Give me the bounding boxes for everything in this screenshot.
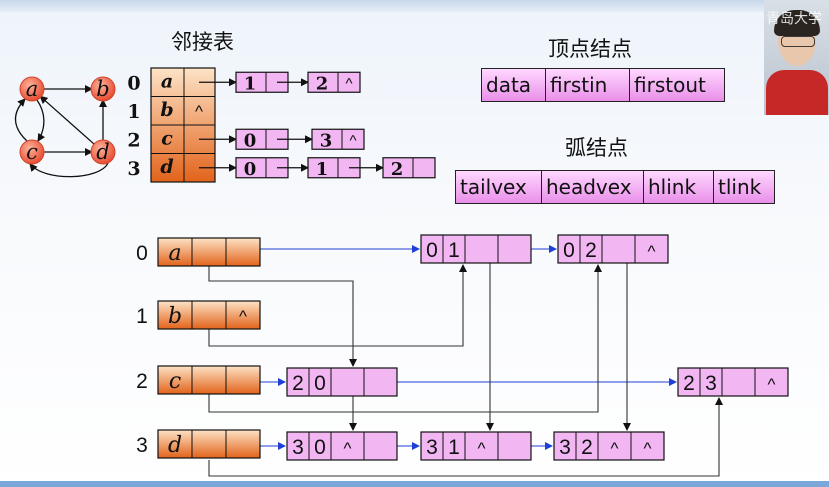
ortho-arc-field: ^ <box>768 375 776 394</box>
adjacency-index-2: 2 <box>127 129 140 151</box>
ortho-arc-field: 1 <box>448 436 460 459</box>
adjacency-null-pointer: ^ <box>345 75 352 92</box>
graph-node-label-c: c <box>26 140 38 164</box>
ortho-arc-field: 3 <box>426 436 438 459</box>
adjacency-node-value: 0 <box>244 159 257 180</box>
ortho-arc-field: 2 <box>581 436 593 459</box>
graph-node-label-d: d <box>96 140 109 164</box>
graph-node-label-b: b <box>96 77 109 101</box>
ortho-arc-field: ^ <box>648 242 656 261</box>
ortho-arc-field: ^ <box>478 439 486 458</box>
ortho-arc-field: ^ <box>611 439 619 458</box>
adjacency-node-value: 1 <box>316 159 329 180</box>
ortho-arc-field: 3 <box>559 436 571 459</box>
ortho-vertex-label-b: b <box>168 304 182 329</box>
ortho-index-1: 1 <box>136 305 148 328</box>
ortho-arc-field: 0 <box>426 239 438 262</box>
edge-d-c <box>29 162 109 178</box>
ortho-vertex-label-a: a <box>168 241 181 266</box>
ortho-arc-field: 0 <box>314 372 326 395</box>
ortho-index-2: 2 <box>136 370 148 393</box>
adjacency-node-value: 3 <box>320 130 333 151</box>
adjacency-index-3: 3 <box>127 158 140 180</box>
edge-a-c <box>36 99 46 142</box>
firstin-c <box>208 264 602 413</box>
ortho-arc-field: 3 <box>292 436 304 459</box>
adjacency-node-value: 2 <box>316 73 329 94</box>
ortho-arc-field: ^ <box>644 439 652 458</box>
ortho-vertex-label-c: c <box>169 369 181 394</box>
ortho-arc-field: 1 <box>448 239 460 262</box>
adjacency-vertex-c: c <box>161 127 173 149</box>
ortho-arc-field: 0 <box>563 239 575 262</box>
adjacency-null-pointer: ^ <box>195 102 203 121</box>
adjacency-node-value: 0 <box>244 130 257 151</box>
ortho-vertex-label-d: d <box>168 433 182 458</box>
edge-d-a <box>39 95 96 146</box>
adjacency-vertex-d: d <box>160 156 173 178</box>
ortho-arc-field: 3 <box>705 372 717 395</box>
ortho-arc-field: ^ <box>344 439 352 458</box>
ortho-arc-field: 0 <box>314 436 326 459</box>
adjacency-null-pointer: ^ <box>349 132 356 149</box>
graph-node-label-a: a <box>26 77 39 101</box>
adjacency-vertex-a: a <box>161 70 173 92</box>
ortho-arc-field: 2 <box>292 372 304 395</box>
ortho-arc-field: 2 <box>683 372 695 395</box>
ortho-firstout-null: ^ <box>239 307 247 326</box>
adjacency-index-0: 0 <box>127 72 140 94</box>
adjacency-node-value: 1 <box>244 73 257 94</box>
adjacency-vertex-b: b <box>160 99 173 121</box>
ortho-index-3: 3 <box>136 434 148 457</box>
adjacency-index-1: 1 <box>127 101 140 123</box>
ortho-index-0: 0 <box>136 242 148 265</box>
diagram-canvas: a bc d 0 a 1 2 ^1 b ^2 c 0 3 ^3 d 0 1 2 0 a1 b ^2 c3 d0 1 0 2 ^2 0… <box>14 67 789 477</box>
adjacency-node-value: 2 <box>391 159 404 180</box>
edge-c-a <box>14 98 28 142</box>
bottom-bar <box>0 481 829 487</box>
ortho-arc-field: 2 <box>585 239 597 262</box>
